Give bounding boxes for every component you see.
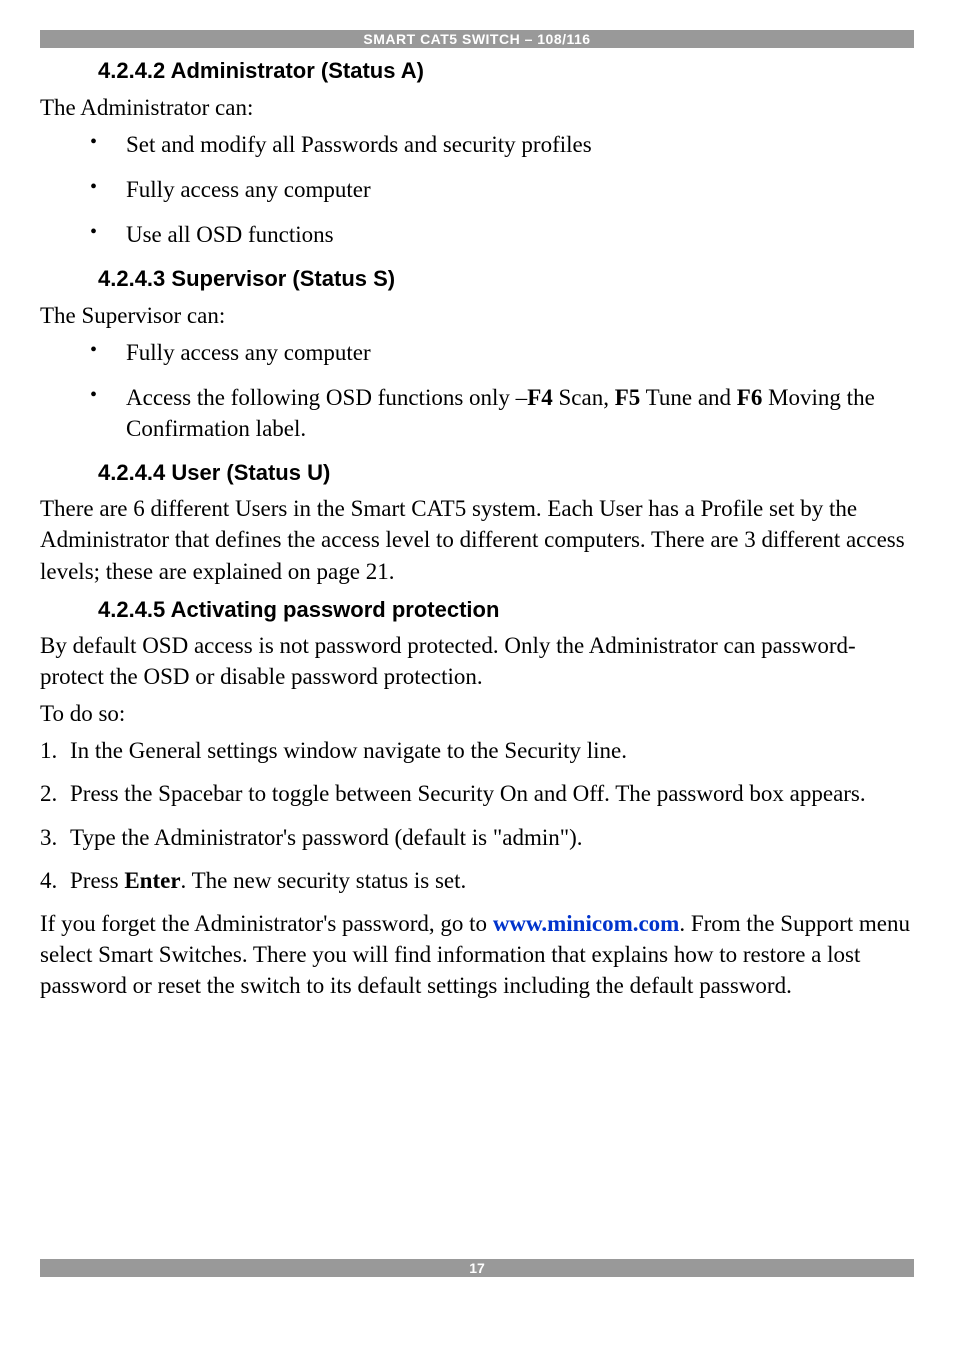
step-item: In the General settings window navigate …	[40, 735, 914, 766]
list-item: Use all OSD functions	[40, 219, 914, 250]
header-bar: SMART CAT5 SWITCH – 108/116	[40, 30, 914, 48]
list-item: Access the following OSD functions only …	[40, 382, 914, 444]
forgot-password-para: If you forget the Administrator's passwo…	[40, 908, 914, 1001]
minicom-link[interactable]: www.minicom.com	[493, 911, 680, 936]
key-enter: Enter	[124, 868, 180, 893]
text: If you forget the Administrator's passwo…	[40, 911, 493, 936]
heading-administrator: 4.2.4.2 Administrator (Status A)	[98, 56, 914, 86]
administrator-intro: The Administrator can:	[40, 92, 914, 123]
text: Tune and	[640, 385, 737, 410]
supervisor-intro: The Supervisor can:	[40, 300, 914, 331]
list-item: Fully access any computer	[40, 337, 914, 368]
footer-bar: 17	[40, 1259, 914, 1277]
key-f6: F6	[737, 385, 763, 410]
list-item: Set and modify all Passwords and securit…	[40, 129, 914, 160]
steps-list: In the General settings window navigate …	[40, 735, 914, 895]
key-f5: F5	[615, 385, 641, 410]
user-para: There are 6 different Users in the Smart…	[40, 493, 914, 586]
heading-supervisor: 4.2.4.3 Supervisor (Status S)	[98, 264, 914, 294]
step-item: Press Enter. The new security status is …	[40, 865, 914, 896]
page-content: 4.2.4.2 Administrator (Status A) The Adm…	[40, 56, 914, 1007]
step-item: Type the Administrator's password (defau…	[40, 822, 914, 853]
heading-activating-password: 4.2.4.5 Activating password protection	[98, 595, 914, 625]
text: . The new security status is set.	[181, 868, 467, 893]
heading-user: 4.2.4.4 User (Status U)	[98, 458, 914, 488]
password-para1: By default OSD access is not password pr…	[40, 630, 914, 692]
text: Scan,	[553, 385, 615, 410]
step-item: Press the Spacebar to toggle between Sec…	[40, 778, 914, 809]
key-f4: F4	[527, 385, 553, 410]
text: Access the following OSD functions only …	[126, 385, 527, 410]
text: Press	[70, 868, 124, 893]
list-item: Fully access any computer	[40, 174, 914, 205]
administrator-list: Set and modify all Passwords and securit…	[40, 129, 914, 250]
supervisor-list: Fully access any computer Access the fol…	[40, 337, 914, 444]
todo-label: To do so:	[40, 698, 914, 729]
